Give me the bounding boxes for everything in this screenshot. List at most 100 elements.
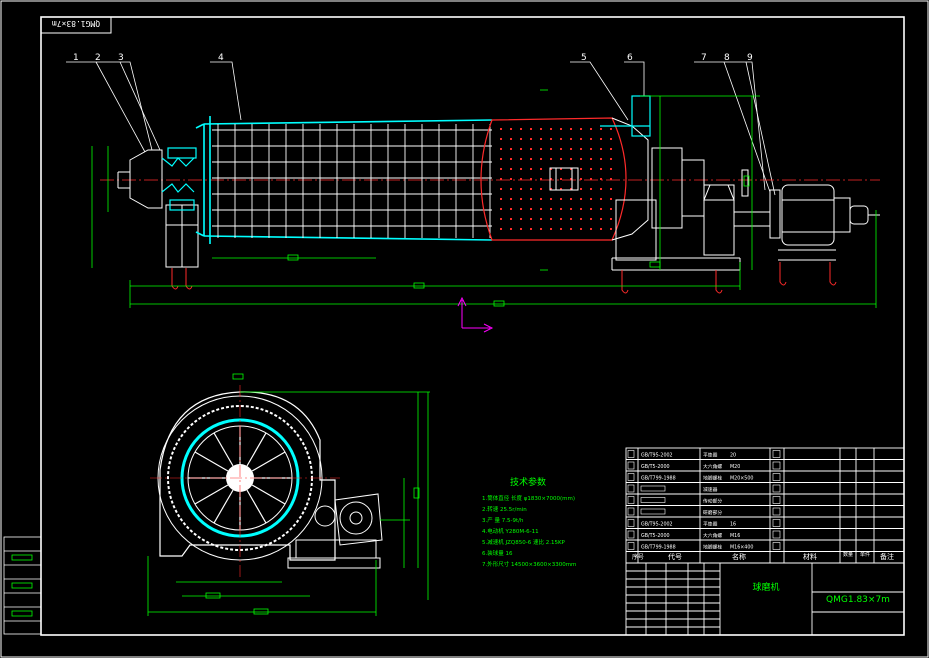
row-name: 平垫圈 [703,521,718,528]
liner-bolt [540,218,542,220]
liner-bolt [570,208,572,210]
header-name: 名称 [732,552,746,561]
row-code: GB/T799-1988 [641,545,676,551]
row-code-box [640,508,666,515]
row-index-box [627,496,635,504]
liner-bolt [600,128,602,130]
row-name: 传动部分 [703,498,722,505]
spoke [213,489,234,524]
balloon-4: 4 [218,53,224,63]
liner-bolt [520,228,522,230]
row-code: GB/T5-2000 [641,464,670,470]
liner-bolt [540,138,542,140]
spoke [246,489,267,524]
ball-mill-assembly-drawing: QMG1.83×7m 1 2 3 4 5 6 7 8 9 技术参数 1.筒体直径… [0,0,929,658]
row-spec: 20 [730,453,736,459]
liner-bolt [600,188,602,190]
row-code-box [640,497,666,503]
tech-param-line: 6.装球量 16 [482,549,513,557]
liner-bolt [510,168,512,170]
liner-grid [212,124,492,238]
row-index-box [627,473,635,481]
liner-bolt [500,218,502,220]
row-index-box [627,507,635,516]
liner-bolt [590,168,592,170]
liner-bolt [510,138,512,140]
liner-bolt [550,138,552,140]
liner-bolt [570,138,572,140]
liner-bolt [560,138,562,140]
liner-bolt [520,168,522,170]
liner-bolt [520,148,522,150]
tech-param-line: 1.筒体直径 长度 φ1830×7000(mm) [482,494,575,502]
liner-bolt [530,148,532,150]
spoke [213,432,234,467]
liner-bolt [520,128,522,130]
liner-bolt [580,158,582,160]
liner-bolt [530,218,532,220]
liner-bolt [510,178,512,180]
header-index: 序号 [632,553,644,561]
liner-bolt [540,208,542,210]
row-index-box [627,484,635,493]
revision-stamp [3,536,42,635]
liner-bolt [600,198,602,200]
liner-bolt [590,178,592,180]
liner-bolt [500,168,502,170]
tech-param-line: 3.产 量 7.5-9t/h [482,516,524,524]
spoke [251,484,286,505]
row-spec: M20×500 [730,476,753,482]
drawing-name: 球磨机 [752,581,779,593]
spoke [246,432,267,467]
liner-bolt [540,228,542,230]
liner-bolt [580,188,582,190]
motor [769,184,880,261]
liner-bolt [530,198,532,200]
liner-bolt [500,188,502,190]
feed-head-cyan [161,147,197,211]
liner-bolt [590,218,592,220]
tech-param-line: 5.减速机 JZQ850-6 速比 2.15KP [482,538,566,546]
liner-bolt [590,128,592,130]
liner-bolt [600,218,602,220]
title-block-header: 序号 代号 名称 材料 数量 单件 备注 [632,551,894,561]
feed-head [117,149,199,268]
liner-bolt [590,208,592,210]
balloon-6: 6 [627,53,633,63]
tech-params: 技术参数 1.筒体直径 长度 φ1830×7000(mm) 2.转速 25.5r… [482,476,576,568]
liner-bolt [500,148,502,150]
liner-bolt [540,148,542,150]
tech-param-line: 7.外形尺寸 14500×3600×3300mm [482,560,576,568]
header-qty: 数量 [843,551,853,558]
liner-bolt [530,228,532,230]
liner-bolt [610,218,612,220]
balloon-8: 8 [724,53,730,63]
liner-bolt [550,128,552,130]
title-block: GB/T95-2002 平垫圈 20 GB/T5-2000 大六角螺 M20 GB/T799… [625,447,905,636]
liner-bolt [550,208,552,210]
row-name: 大六角螺 [703,463,722,470]
liner-bolt [540,128,542,130]
ucs-marker [457,296,494,333]
liner-bolt [500,208,502,210]
liner-bolt [530,158,532,160]
liner-bolt [540,168,542,170]
balloon-2: 2 [95,53,101,63]
liner-bolt [570,228,572,230]
row-spec: M20 [730,464,740,470]
liner-bolt [570,148,572,150]
row-index-box [627,542,635,550]
row-spec: M16 [730,533,740,539]
balloon-7: 7 [701,53,707,63]
liner-bolt [540,188,542,190]
tech-params-title: 技术参数 [510,476,546,488]
row-code: GB/T95-2002 [641,453,673,459]
liner-bolt [520,188,522,190]
row-name: 减速器 [703,486,718,493]
liner-bolt [580,138,582,140]
liner-bolt [510,198,512,200]
spoke [194,451,229,472]
row-name: 地脚螺栓 [703,475,722,482]
row-name: 平垫圈 [703,452,718,459]
row-index-box [627,519,635,527]
